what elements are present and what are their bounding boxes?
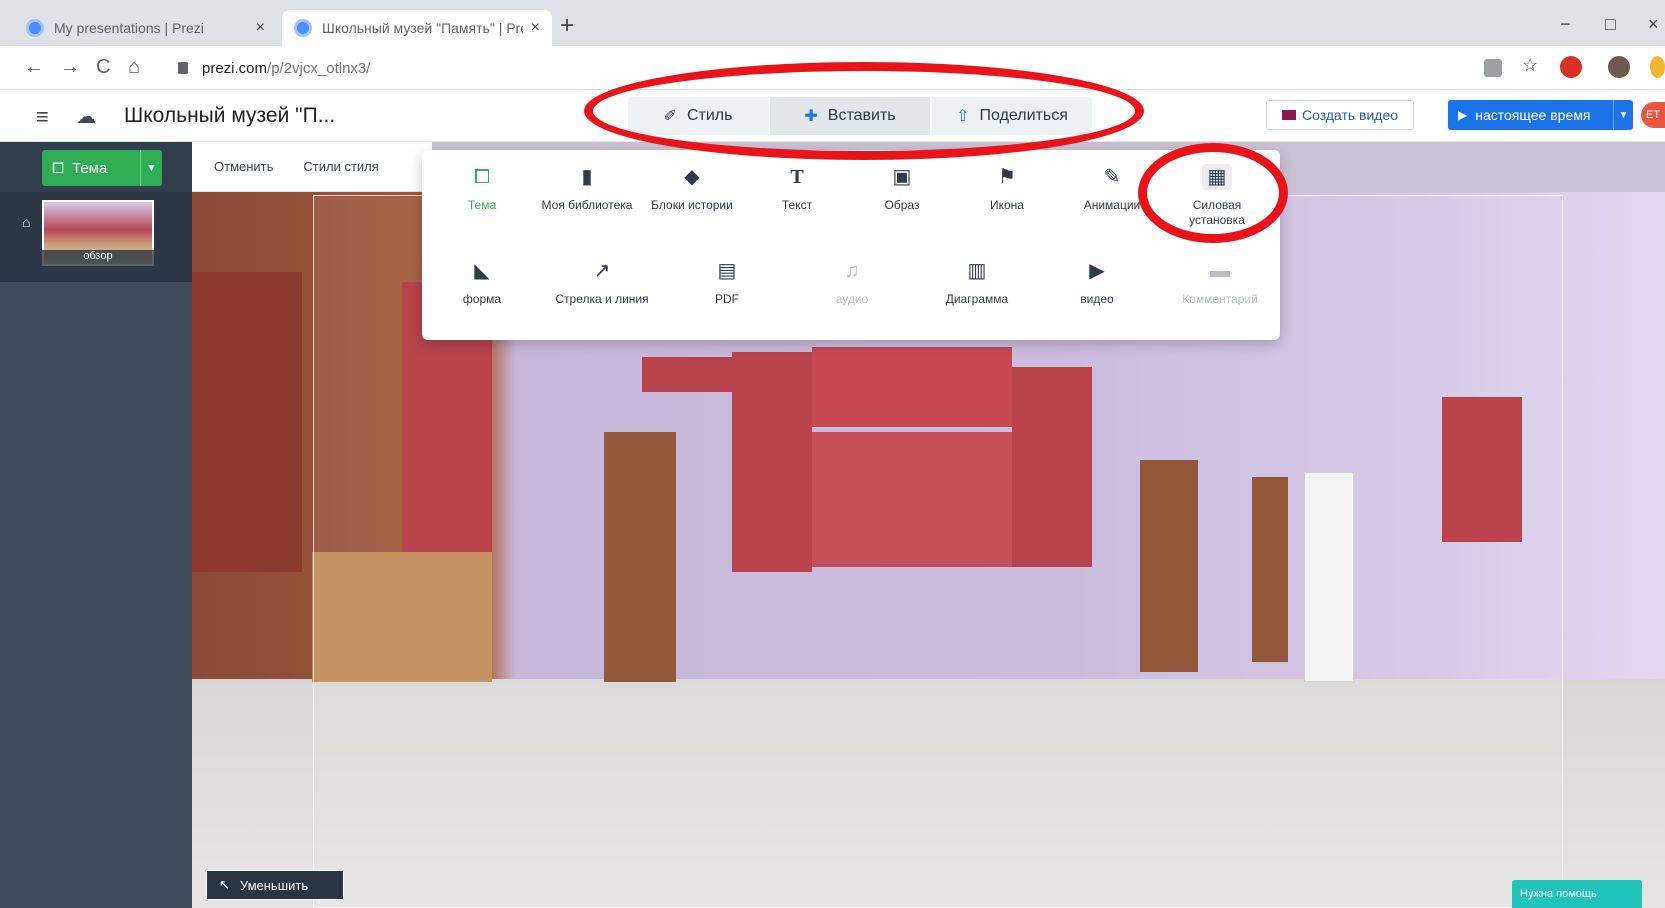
- prezi-favicon-icon: [26, 19, 44, 37]
- cloud-sync-icon: ☁: [76, 106, 96, 128]
- insert-shape-item[interactable]: ◣ форма: [432, 258, 532, 307]
- insert-pdf-item[interactable]: ▤ PDF: [677, 258, 777, 307]
- insert-library-item[interactable]: ▮ Моя библиотека: [537, 164, 637, 213]
- back-icon[interactable]: ←: [24, 56, 44, 79]
- theme-frame-icon: ⧠: [474, 166, 490, 188]
- video-camera-icon: [1281, 110, 1296, 120]
- image-icon: ▣: [892, 166, 912, 188]
- chart-icon: ▥: [967, 260, 987, 282]
- arrow-icon: ↗: [593, 260, 611, 282]
- item-label: аудио: [835, 292, 869, 306]
- play-icon: ▶: [1458, 108, 1468, 122]
- create-video-button[interactable]: Создать видео: [1266, 100, 1414, 130]
- forward-icon[interactable]: →: [60, 56, 80, 79]
- tab-close-icon[interactable]: ×: [256, 19, 265, 37]
- annotation-ring-powerpoint: [1138, 143, 1288, 243]
- maximize-icon[interactable]: □: [1605, 14, 1616, 35]
- item-label: Моя библиотека: [541, 198, 633, 212]
- item-label: Тема: [467, 198, 497, 212]
- item-label: видео: [1080, 292, 1114, 306]
- item-label: Текст: [781, 198, 813, 212]
- screenshot-root: My presentations | Prezi × Школьный музе…: [0, 0, 1665, 908]
- insert-text-item[interactable]: T Текст: [747, 164, 847, 213]
- presentation-title[interactable]: Школьный музей "П...: [124, 104, 335, 128]
- present-label: настоящее время: [1475, 107, 1591, 123]
- item-label: PDF: [715, 292, 739, 306]
- theme-button[interactable]: ⧠ Тема ▼: [42, 150, 162, 186]
- present-button[interactable]: ▶ настоящее время ▼: [1448, 100, 1633, 130]
- slides-sidebar: ⌂ обзор: [0, 142, 192, 908]
- translate-icon[interactable]: [1484, 59, 1502, 77]
- slides-panel: ⌂ обзор: [0, 192, 192, 282]
- music-note-icon: ♫: [844, 260, 860, 282]
- prezi-favicon-icon: [294, 19, 312, 37]
- flag-icon: ⚑: [998, 166, 1016, 188]
- video-play-icon: ▶: [1089, 260, 1105, 282]
- bookmark-star-icon[interactable]: ☆: [1522, 55, 1544, 77]
- home-overview-icon[interactable]: ⌂: [22, 214, 30, 230]
- text-icon: T: [790, 166, 804, 188]
- theme-label: Тема: [72, 159, 108, 177]
- zoom-out-label: Уменьшить: [239, 877, 309, 893]
- new-tab-button[interactable]: +: [560, 14, 574, 38]
- item-label: Комментарий: [1182, 292, 1258, 306]
- browser-tab-my-presentations[interactable]: My presentations | Prezi ×: [14, 10, 277, 46]
- adblock-icon[interactable]: [1560, 56, 1582, 78]
- annotation-ring-toolbar: [584, 62, 1144, 160]
- item-label: Икона: [990, 198, 1024, 212]
- browser-tab-museum[interactable]: Школьный музей "Память" | Pre ×: [282, 10, 552, 46]
- browser-tab-strip: My presentations | Prezi × Школьный музе…: [0, 0, 1665, 46]
- insert-theme-item[interactable]: ⧠ Тема: [432, 164, 532, 213]
- item-label: Блоки истории: [651, 198, 733, 212]
- theme-dropdown-icon[interactable]: ▼: [140, 150, 162, 186]
- animation-brush-icon: ✎: [1103, 166, 1121, 188]
- insert-audio-item[interactable]: ♫ аудио: [802, 258, 902, 307]
- url-path: /p/2vjcx_otlnx3/: [267, 59, 371, 77]
- present-dropdown-icon[interactable]: ▼: [1613, 100, 1633, 130]
- minimize-icon[interactable]: −: [1560, 14, 1571, 35]
- zoom-out-arrow-icon: ↖: [219, 877, 230, 892]
- pdf-icon: ▤: [717, 260, 737, 282]
- insert-icon-item[interactable]: ⚑ Икона: [957, 164, 1057, 213]
- tab-title: Школьный музей "Память" | Pre: [322, 20, 523, 36]
- create-video-label: Создать видео: [1301, 107, 1399, 123]
- insert-video-item[interactable]: ▶ видео: [1047, 258, 1147, 307]
- insert-story-blocks-item[interactable]: ◆ Блоки истории: [642, 164, 742, 213]
- library-icon: ▮: [581, 166, 593, 188]
- menu-icon[interactable]: ≡: [36, 104, 49, 130]
- item-label: Образ: [884, 198, 920, 212]
- tab-close-icon[interactable]: ×: [531, 19, 540, 37]
- overview-label: обзор: [42, 250, 154, 266]
- help-button[interactable]: Нужна помощь: [1512, 880, 1642, 908]
- reload-icon[interactable]: C: [96, 56, 110, 79]
- layers-icon: ◆: [684, 166, 700, 188]
- profile-icon[interactable]: [1608, 56, 1630, 78]
- close-window-icon[interactable]: ×: [1648, 14, 1659, 35]
- insert-image-item[interactable]: ▣ Образ: [852, 164, 952, 213]
- insert-arrow-line-item[interactable]: ↗ Стрелка и линия: [552, 258, 652, 307]
- item-label: Анимации: [1083, 198, 1141, 212]
- url-domain: prezi.com: [202, 59, 268, 77]
- insert-chart-item[interactable]: ▥ Диаграмма: [927, 258, 1027, 307]
- item-label: Диаграмма: [945, 292, 1009, 306]
- edit-subtoolbar: Отменить Стили стиля: [192, 142, 432, 192]
- undo-button[interactable]: Отменить: [214, 159, 273, 174]
- zoom-out-button[interactable]: ↖ Уменьшить: [206, 870, 344, 900]
- home-icon[interactable]: ⌂: [128, 56, 140, 79]
- tab-title: My presentations | Prezi: [54, 20, 204, 36]
- theme-frame-icon: ⧠: [52, 159, 65, 177]
- exhibit-board: [192, 272, 302, 572]
- extension-icon[interactable]: [1650, 56, 1665, 78]
- styles-button[interactable]: Стили стиля: [303, 159, 378, 174]
- shape-icon: ◣: [474, 260, 490, 282]
- item-label: Стрелка и линия: [555, 292, 649, 306]
- item-label: форма: [462, 292, 502, 306]
- insert-comment-item[interactable]: ▬ Комментарий: [1170, 258, 1270, 307]
- avatar[interactable]: ET: [1641, 102, 1665, 128]
- lock-icon: [178, 62, 188, 74]
- comment-icon: ▬: [1210, 260, 1230, 282]
- help-label: Нужна помощь: [1520, 888, 1597, 900]
